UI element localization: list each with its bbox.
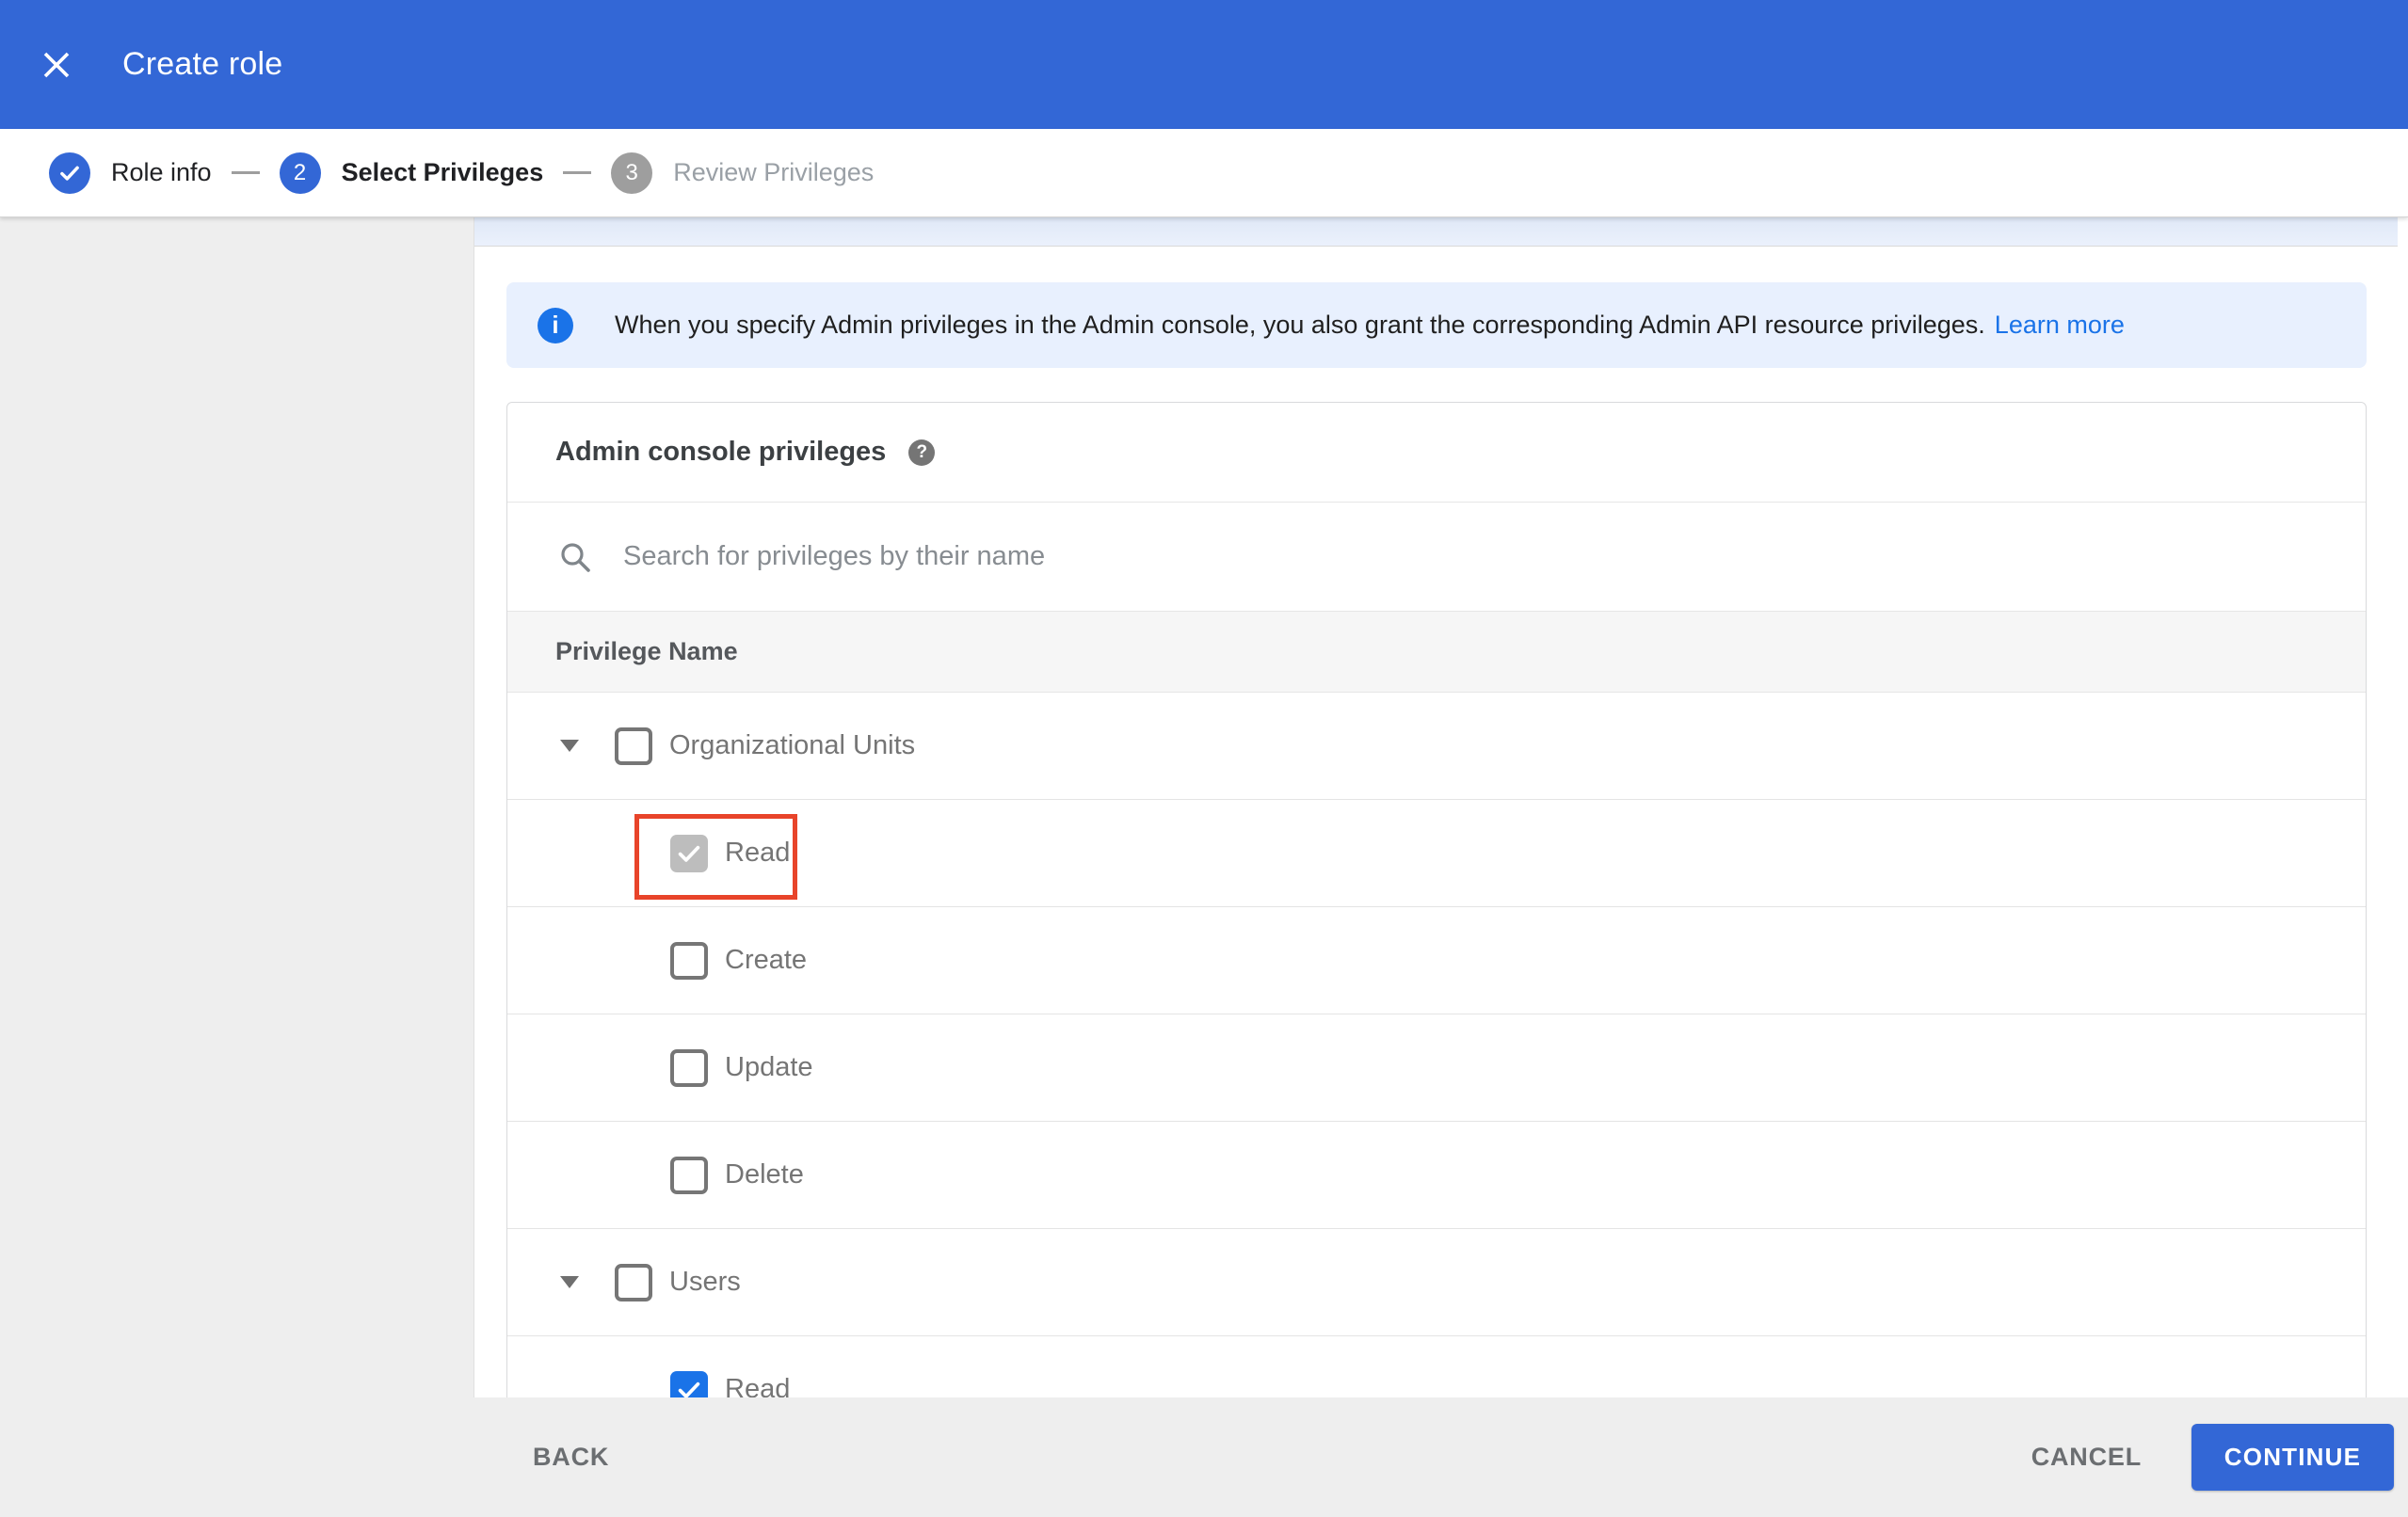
close-button[interactable] — [28, 37, 85, 93]
step-number: 2 — [279, 152, 321, 194]
stepper-step-role-info[interactable]: Role info — [49, 152, 212, 194]
app-bar: Create role — [0, 0, 2408, 129]
privilege-checkbox[interactable] — [670, 941, 708, 980]
help-icon[interactable]: ? — [908, 439, 936, 466]
privilege-label: Read — [725, 838, 791, 868]
info-banner: i When you specify Admin privileges in t… — [506, 282, 2367, 368]
step-label: Role info — [111, 158, 212, 186]
privilege-checkbox[interactable] — [670, 1048, 708, 1087]
privilege-label: Delete — [725, 1159, 804, 1190]
privilege-row-delete: Delete — [507, 1122, 2366, 1229]
step-label: Review Privileges — [673, 158, 875, 186]
scrolled-content-strip — [474, 217, 2398, 247]
privilege-row-organizational-units: Organizational Units — [507, 693, 2366, 800]
main-panel: i When you specify Admin privileges in t… — [474, 217, 2408, 1397]
step-label: Select Privileges — [341, 158, 544, 186]
info-icon: i — [538, 307, 573, 343]
stepper-step-select-privileges[interactable]: 2 Select Privileges — [279, 152, 544, 194]
privilege-row-users: Users — [507, 1229, 2366, 1336]
privilege-label: Users — [669, 1267, 741, 1297]
triangle-down-icon — [560, 740, 579, 752]
triangle-down-icon — [560, 1276, 579, 1288]
card-title: Admin console privileges — [555, 437, 887, 467]
column-header-privilege-name: Privilege Name — [555, 637, 738, 665]
page-title: Create role — [122, 46, 283, 82]
stepper-step-review-privileges[interactable]: 3 Review Privileges — [611, 152, 874, 194]
continue-button[interactable]: CONTINUE — [2191, 1424, 2394, 1491]
back-button[interactable]: BACK — [533, 1443, 609, 1472]
privilege-checkbox[interactable] — [670, 834, 708, 872]
step-connector — [231, 171, 260, 174]
privilege-checkbox[interactable] — [615, 727, 652, 765]
privilege-checkbox[interactable] — [670, 1156, 708, 1194]
learn-more-link[interactable]: Learn more — [1995, 311, 2125, 340]
privilege-label: Update — [725, 1052, 813, 1082]
cancel-button[interactable]: CANCEL — [2031, 1443, 2142, 1472]
privilege-checkbox[interactable] — [670, 1370, 708, 1397]
privilege-row-read: Read — [507, 800, 2366, 907]
footer-bar: BACK CANCEL CONTINUE — [0, 1397, 2408, 1517]
table-header: Privilege Name — [507, 611, 2366, 693]
collapse-toggle[interactable] — [553, 729, 586, 763]
privilege-row-update: Update — [507, 1014, 2366, 1122]
privilege-row-read: Read — [507, 1336, 2366, 1397]
privilege-row-create: Create — [507, 907, 2366, 1014]
privilege-label: Organizational Units — [669, 730, 916, 760]
privilege-label: Create — [725, 945, 808, 975]
search-icon — [558, 540, 592, 574]
step-number: 3 — [611, 152, 653, 194]
search-input[interactable] — [623, 541, 2035, 572]
collapse-toggle[interactable] — [553, 1266, 586, 1300]
privileges-card: Admin console privileges ? Privilege Nam… — [506, 402, 2367, 1397]
close-icon — [40, 49, 72, 81]
search-row — [507, 502, 2366, 611]
privilege-rows: Organizational Units Read Create Update Dele… — [507, 693, 2366, 1397]
stepper: Role info 2 Select Privileges 3 Review Privi… — [0, 129, 2408, 217]
privilege-label: Read — [725, 1374, 791, 1397]
banner-text: When you specify Admin privileges in the… — [615, 311, 1985, 339]
privilege-checkbox[interactable] — [615, 1263, 652, 1301]
step-check-icon — [49, 152, 90, 194]
step-connector — [563, 171, 592, 174]
